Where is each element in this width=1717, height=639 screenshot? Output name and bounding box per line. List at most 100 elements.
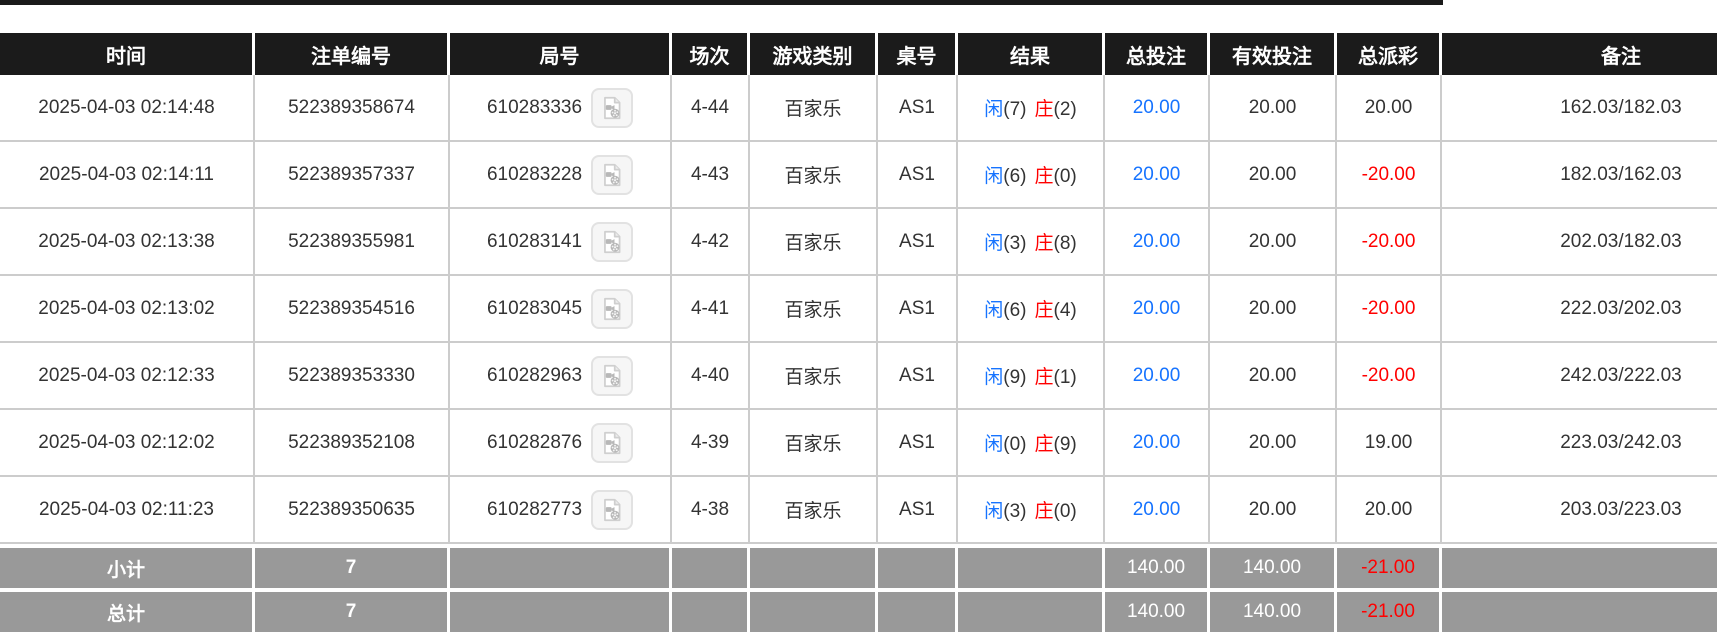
cell-total-bet: 20.00 (1105, 410, 1210, 477)
banker-result-label: 庄 (1035, 166, 1054, 187)
player-result-points: (6) (1003, 166, 1026, 187)
player-result-label: 闲 (984, 367, 1003, 388)
table-footer: 小计7140.00140.00-21.00总计7140.00140.00-21.… (0, 544, 1717, 632)
column-header-total-bet: 总投注 (1105, 33, 1210, 75)
column-header-table-no: 桌号 (878, 33, 958, 75)
footer-empty-table-no (878, 588, 958, 632)
round-id-text: 610283336 (487, 97, 582, 119)
cell-round-id: 610282963 (450, 343, 672, 410)
cell-game-type: 百家乐 (750, 209, 878, 276)
cell-time: 2025-04-03 02:12:02 (0, 410, 255, 477)
cell-total-bet: 20.00 (1105, 75, 1210, 142)
cell-round-id: 610282773 (450, 477, 672, 544)
cell-session: 4-40 (672, 343, 750, 410)
cell-total-payout: -20.00 (1337, 343, 1442, 410)
cell-total-bet: 20.00 (1105, 343, 1210, 410)
round-id-text: 610283045 (487, 298, 582, 320)
cell-bet-id: 522389352108 (255, 410, 450, 477)
cell-session: 4-44 (672, 75, 750, 142)
cell-bet-id: 522389353330 (255, 343, 450, 410)
footer-valid-bet: 140.00 (1210, 544, 1337, 588)
cell-valid-bet: 20.00 (1210, 142, 1337, 209)
footer-label: 小计 (0, 544, 255, 588)
video-file-icon (599, 95, 625, 121)
video-file-icon (599, 363, 625, 389)
footer-empty-table-no (878, 544, 958, 588)
footer-remark (1442, 544, 1717, 588)
subtotal-row: 小计7140.00140.00-21.00 (0, 544, 1717, 588)
cell-round-id: 610283141 (450, 209, 672, 276)
column-header-remark: 备注 (1442, 33, 1717, 75)
bet-records-page: 时间 注单编号 局号 场次 游戏类别 桌号 结果 总投注 有效投注 总派彩 备注… (0, 0, 1717, 639)
cell-valid-bet: 20.00 (1210, 477, 1337, 544)
cell-remark: 162.03/182.03 (1442, 75, 1717, 142)
video-file-icon (599, 229, 625, 255)
video-replay-button[interactable] (591, 222, 633, 262)
bet-record-row: 2025-04-03 02:13:38522389355981610283141… (0, 209, 1717, 276)
grand-total-row: 总计7140.00140.00-21.00 (0, 588, 1717, 632)
column-header-time: 时间 (0, 33, 255, 75)
banker-result-label: 庄 (1035, 434, 1054, 455)
bet-records-table: 时间 注单编号 局号 场次 游戏类别 桌号 结果 总投注 有效投注 总派彩 备注… (0, 33, 1717, 632)
cell-time: 2025-04-03 02:11:23 (0, 477, 255, 544)
cell-result: 闲(0)庄(9) (958, 410, 1105, 477)
cell-bet-id: 522389350635 (255, 477, 450, 544)
header-row: 时间 注单编号 局号 场次 游戏类别 桌号 结果 总投注 有效投注 总派彩 备注 (0, 33, 1717, 75)
round-id-text: 610282773 (487, 499, 582, 521)
banker-result-label: 庄 (1035, 300, 1054, 321)
cell-round-id: 610283045 (450, 276, 672, 343)
column-header-total-payout: 总派彩 (1337, 33, 1442, 75)
column-header-result: 结果 (958, 33, 1105, 75)
cell-session: 4-43 (672, 142, 750, 209)
cell-time: 2025-04-03 02:12:33 (0, 343, 255, 410)
cell-session: 4-41 (672, 276, 750, 343)
footer-empty-result (958, 588, 1105, 632)
footer-empty-session (672, 544, 750, 588)
cell-valid-bet: 20.00 (1210, 209, 1337, 276)
banker-result-points: (2) (1054, 99, 1077, 120)
cell-session: 4-39 (672, 410, 750, 477)
cell-result: 闲(6)庄(0) (958, 142, 1105, 209)
cell-round-id: 610283228 (450, 142, 672, 209)
video-replay-button[interactable] (591, 155, 633, 195)
player-result-points: (7) (1003, 99, 1026, 120)
footer-count: 7 (255, 588, 450, 632)
video-replay-button[interactable] (591, 490, 633, 530)
bet-record-row: 2025-04-03 02:11:23522389350635 610282773… (0, 477, 1717, 544)
video-replay-button[interactable] (591, 356, 633, 396)
column-header-valid-bet: 有效投注 (1210, 33, 1337, 75)
video-replay-button[interactable] (591, 88, 633, 128)
footer-count: 7 (255, 544, 450, 588)
cell-round-id: 610282876 (450, 410, 672, 477)
cell-time: 2025-04-03 02:14:11 (0, 142, 255, 209)
cell-valid-bet: 20.00 (1210, 276, 1337, 343)
cell-bet-id: 522389358674 (255, 75, 450, 142)
banker-result-points: (9) (1054, 434, 1077, 455)
column-header-bet-id: 注单编号 (255, 33, 450, 75)
video-replay-button[interactable] (591, 423, 633, 463)
cell-total-bet: 20.00 (1105, 209, 1210, 276)
player-result-points: (9) (1003, 367, 1026, 388)
cell-game-type: 百家乐 (750, 142, 878, 209)
footer-empty-game-type (750, 588, 878, 632)
cell-remark: 202.03/182.03 (1442, 209, 1717, 276)
cell-total-payout: -20.00 (1337, 276, 1442, 343)
table-body: 2025-04-03 02:14:48522389358674610283336… (0, 75, 1717, 544)
bet-record-row: 2025-04-03 02:14:48522389358674610283336… (0, 75, 1717, 142)
round-id-text: 610283228 (487, 164, 582, 186)
video-replay-button[interactable] (591, 289, 633, 329)
cell-table-no: AS1 (878, 477, 958, 544)
cell-total-payout: 20.00 (1337, 477, 1442, 544)
cell-total-payout: 20.00 (1337, 75, 1442, 142)
footer-total-bet: 140.00 (1105, 544, 1210, 588)
cell-time: 2025-04-03 02:13:38 (0, 209, 255, 276)
player-result-label: 闲 (984, 166, 1003, 187)
bet-record-row: 2025-04-03 02:13:02522389354516610283045… (0, 276, 1717, 343)
cell-table-no: AS1 (878, 209, 958, 276)
cell-remark: 223.03/242.03 (1442, 410, 1717, 477)
cell-total-payout: 19.00 (1337, 410, 1442, 477)
column-header-round-id: 局号 (450, 33, 672, 75)
banker-result-points: (4) (1054, 300, 1077, 321)
player-result-points: (3) (1003, 233, 1026, 254)
player-result-label: 闲 (984, 434, 1003, 455)
